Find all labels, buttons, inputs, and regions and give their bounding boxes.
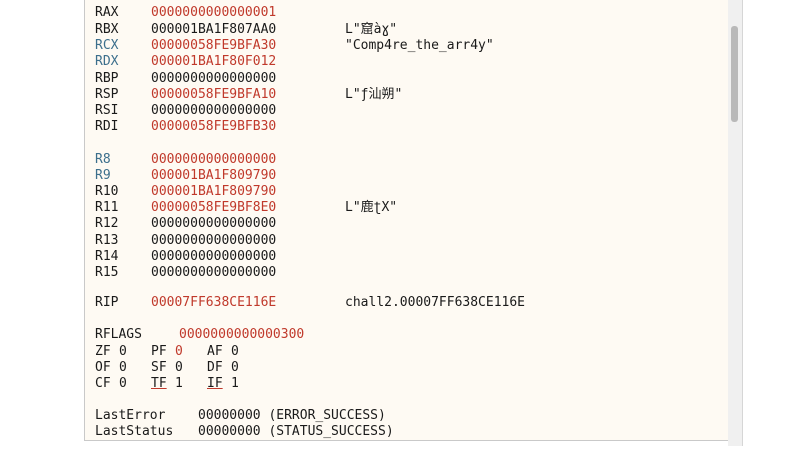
flag-pf-name: PF <box>151 344 167 359</box>
register-value[interactable]: 0000000000000000 <box>151 71 276 87</box>
register-comment: "Comp4re_the_arr4y" <box>345 38 494 53</box>
register-row-rdx[interactable]: RDX 000001BA1F80F012 <box>95 54 715 70</box>
flags-row: CF 0 TF 1 IF 1 <box>95 376 715 392</box>
register-value[interactable]: 0000000000000300 <box>179 327 304 343</box>
register-value[interactable]: 000001BA1F809790 <box>151 184 276 200</box>
register-row-rsp[interactable]: RSP 00000058FE9BFA10 L"ƒ汕朔" <box>95 87 715 103</box>
register-row-r13[interactable]: R13 0000000000000000 <box>95 233 715 249</box>
register-value[interactable]: 0000000000000000 <box>151 152 276 168</box>
register-value[interactable]: 0000000000000000 <box>151 103 276 119</box>
register-comment: L"窟àɣ" <box>345 22 398 37</box>
last-status-label: LastStatus <box>95 424 174 439</box>
last-status-row: LastStatus 00000000 (STATUS_SUCCESS) <box>95 424 715 440</box>
flag-tf-name: TF <box>151 376 167 391</box>
register-name: R15 <box>95 265 119 280</box>
register-row-r12[interactable]: R12 0000000000000000 <box>95 216 715 232</box>
flag-of-value[interactable]: 0 <box>119 360 127 376</box>
flags-row: OF 0 SF 0 DF 0 <box>95 360 715 376</box>
register-value[interactable]: 00007FF638CE116E <box>151 295 276 311</box>
last-status-value: 00000000 (STATUS_SUCCESS) <box>198 424 394 439</box>
last-error-row: LastError 00000000 (ERROR_SUCCESS) <box>95 408 715 424</box>
flag-df-name: DF <box>207 360 223 375</box>
register-row-r9[interactable]: R9 000001BA1F809790 <box>95 168 715 184</box>
rip-row[interactable]: RIP 00007FF638CE116E chall2.00007FF638CE… <box>95 295 715 311</box>
flags-row: ZF 0 PF 0 AF 0 <box>95 344 715 360</box>
register-comment: L"鹿ʈX" <box>345 200 398 215</box>
flag-sf-name: SF <box>151 360 167 375</box>
register-value[interactable]: 0000000000000001 <box>151 5 276 21</box>
register-row-rbx[interactable]: RBX 000001BA1F807AA0 L"窟àɣ" <box>95 22 715 38</box>
last-error-value: 00000000 (ERROR_SUCCESS) <box>198 408 386 423</box>
register-value[interactable]: 00000058FE9BFA30 <box>151 38 276 54</box>
flag-of-name: OF <box>95 360 111 375</box>
register-name: R12 <box>95 216 119 231</box>
last-error-label: LastError <box>95 408 166 423</box>
register-name: RFLAGS <box>95 327 142 342</box>
registers-panel: RAX 0000000000000001 RBX 000001BA1F807AA0 L"… <box>84 0 730 441</box>
flag-zf-value[interactable]: 0 <box>119 344 127 360</box>
register-value[interactable]: 0000000000000000 <box>151 216 276 232</box>
flag-af-name: AF <box>207 344 223 359</box>
register-value[interactable]: 000001BA1F80F012 <box>151 54 276 70</box>
flag-zf-name: ZF <box>95 344 111 359</box>
register-name: R11 <box>95 200 119 215</box>
register-row-r15[interactable]: R15 0000000000000000 <box>95 265 715 281</box>
register-row-r14[interactable]: R14 0000000000000000 <box>95 249 715 265</box>
register-name: R8 <box>95 152 111 167</box>
register-row-r10[interactable]: R10 000001BA1F809790 <box>95 184 715 200</box>
rflags-row[interactable]: RFLAGS 0000000000000300 <box>95 327 715 343</box>
flag-af-value[interactable]: 0 <box>231 344 239 360</box>
register-row-rdi[interactable]: RDI 00000058FE9BFB30 <box>95 119 715 135</box>
register-name: R9 <box>95 168 111 183</box>
register-comment: L"ƒ汕朔" <box>345 87 403 102</box>
register-name: R13 <box>95 233 119 248</box>
register-value[interactable]: 00000058FE9BFB30 <box>151 119 276 135</box>
flag-tf-value[interactable]: 1 <box>175 376 183 392</box>
register-row-r8[interactable]: R8 0000000000000000 <box>95 152 715 168</box>
flag-df-value[interactable]: 0 <box>231 360 239 376</box>
register-comment: chall2.00007FF638CE116E <box>345 295 526 310</box>
vertical-scrollbar[interactable] <box>728 0 743 446</box>
flag-if-name: IF <box>207 376 223 391</box>
register-name: RCX <box>95 38 119 53</box>
register-value[interactable]: 0000000000000000 <box>151 233 276 249</box>
register-value[interactable]: 000001BA1F807AA0 <box>151 22 276 38</box>
register-name: RSI <box>95 103 119 118</box>
register-name: RBP <box>95 71 119 86</box>
register-value[interactable]: 00000058FE9BF8E0 <box>151 200 276 216</box>
register-name: R10 <box>95 184 119 199</box>
register-name: RBX <box>95 22 119 37</box>
register-value[interactable]: 000001BA1F809790 <box>151 168 276 184</box>
register-row-rax[interactable]: RAX 0000000000000001 <box>95 5 715 21</box>
register-row-rsi[interactable]: RSI 0000000000000000 <box>95 103 715 119</box>
register-name: RSP <box>95 87 119 102</box>
register-name: RDI <box>95 119 119 134</box>
flag-cf-value[interactable]: 0 <box>119 376 127 392</box>
scrollbar-thumb[interactable] <box>731 26 738 122</box>
register-row-rcx[interactable]: RCX 00000058FE9BFA30 "Comp4re_the_arr4y" <box>95 38 715 54</box>
register-row-r11[interactable]: R11 00000058FE9BF8E0 L"鹿ʈX" <box>95 200 715 216</box>
flag-sf-value[interactable]: 0 <box>175 360 183 376</box>
register-value[interactable]: 0000000000000000 <box>151 265 276 281</box>
register-name: RAX <box>95 5 119 20</box>
register-name: RDX <box>95 54 119 69</box>
flag-if-value[interactable]: 1 <box>231 376 239 392</box>
register-value[interactable]: 0000000000000000 <box>151 249 276 265</box>
register-row-rbp[interactable]: RBP 0000000000000000 <box>95 71 715 87</box>
flag-cf-name: CF <box>95 376 111 391</box>
flag-pf-value[interactable]: 0 <box>175 344 183 360</box>
register-name: R14 <box>95 249 119 264</box>
register-value[interactable]: 00000058FE9BFA10 <box>151 87 276 103</box>
register-name: RIP <box>95 295 119 310</box>
